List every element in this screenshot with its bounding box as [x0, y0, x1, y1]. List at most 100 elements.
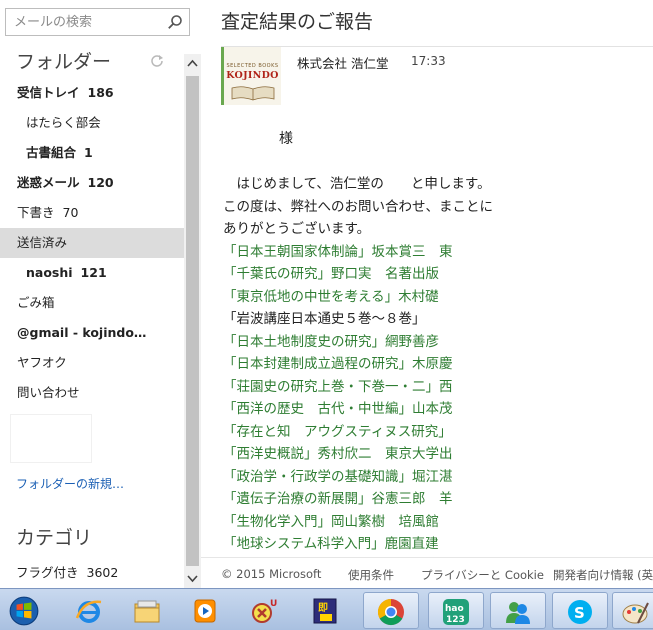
blank-panel [10, 414, 92, 463]
copyright-text: © 2015 Microsoft [221, 567, 322, 581]
folder-name: 下書き [17, 205, 55, 220]
folder-name: 問い合わせ [17, 385, 80, 400]
folder-item[interactable]: 問い合わせ [0, 378, 184, 408]
search-input[interactable] [6, 9, 156, 35]
book-title-line: 「日本封建制成立過程の研究」木原慶 [223, 356, 453, 372]
taskbar-messenger[interactable] [490, 592, 546, 629]
skype-icon: S [568, 600, 592, 624]
folder-item[interactable]: 古書組合 1 [0, 138, 184, 168]
folder-item-flagged[interactable]: フラグ付き 3602 [16, 562, 118, 581]
book-title-line: 「地球システム科学入門」鹿園直建 [223, 536, 439, 552]
folder-name: 迷惑メール [17, 175, 80, 190]
unread-count: 3602 [86, 565, 119, 580]
start-button[interactable] [0, 592, 56, 629]
svg-text:S: S [574, 604, 585, 622]
unread-count: 121 [80, 265, 107, 280]
chrome-icon [377, 598, 404, 626]
svg-text:123: 123 [446, 615, 465, 625]
folder-item[interactable]: 受信トレイ 186 [0, 78, 184, 108]
messenger-icon [506, 602, 530, 624]
terms-link[interactable]: 使用条件 [348, 567, 394, 583]
taskbar-chrome[interactable] [363, 592, 419, 629]
paint-icon [622, 602, 649, 624]
taskbar-explorer[interactable] [120, 592, 176, 629]
privacy-link[interactable]: プライバシーと Cookie [421, 567, 544, 583]
svg-text:hao: hao [445, 604, 464, 614]
taskbar-ie[interactable] [62, 592, 118, 629]
book-title-line: 「東京低地の中世を考える」木村礎 [223, 288, 439, 305]
message-subject: 査定結果のご報告 [221, 11, 374, 33]
folder-item[interactable]: 下書き 70 [0, 198, 184, 228]
folder-name: はたらく部会 [26, 115, 101, 130]
folder-name: ヤフオク [17, 355, 67, 370]
taskbar-game[interactable]: U [238, 592, 294, 629]
kojindo-app-label: 即 [318, 602, 328, 614]
body-line: ありがとうございます。 [223, 221, 371, 237]
developers-link[interactable]: 開発者向け情報 (英 [553, 567, 653, 583]
folder-item-label: naoshi 121 [26, 258, 107, 288]
folder-item[interactable]: @gmail - kojindo… [0, 318, 184, 348]
folder-item-label: 古書組合 1 [26, 138, 93, 168]
open-book-icon [231, 86, 275, 101]
sender-name[interactable]: 株式会社 浩仁堂 [297, 53, 388, 72]
folder-name: 受信トレイ [17, 85, 80, 100]
folder-item-label: フラグ付き [16, 565, 79, 580]
categories-header: カテゴリ [16, 527, 93, 549]
folder-item[interactable]: 送信済み [0, 228, 184, 258]
book-title-line: 「西洋の歴史 古代・中世編」山本茂 [223, 401, 453, 417]
book-title-line: 「日本王朝国家体制論」坂本賞三 東 [223, 243, 453, 260]
book-title-line: 「生物化学入門」岡山繁樹 培風館 [223, 513, 439, 530]
taskbar-media-player[interactable] [178, 592, 234, 629]
book-title-line: 「存在と知 アウグスティヌス研究」 [223, 423, 452, 440]
taskbar-skype[interactable]: S [552, 592, 608, 629]
sender-avatar[interactable]: SELECTED BOOKS KOJINDO [221, 47, 281, 105]
page-footer: © 2015 Microsoft 使用条件 プライバシーと Cookie 開発者… [201, 557, 653, 588]
taskbar-hao123[interactable]: hao 123 [428, 592, 484, 629]
taskbar-paint[interactable] [612, 592, 653, 629]
unread-count: 70 [62, 205, 79, 220]
taskbar-kojindo-app[interactable]: 即 [298, 592, 354, 629]
new-folder-link[interactable]: フォルダーの新規… [16, 475, 124, 492]
book-title-line: 「千葉氏の研究」野口実 名著出版 [223, 266, 439, 282]
scrollbar-thumb[interactable] [186, 76, 199, 566]
search-icon[interactable] [167, 14, 183, 30]
folder-name: 送信済み [17, 235, 68, 250]
salutation: 様 [279, 131, 293, 147]
folder-item-label: はたらく部会 [26, 108, 101, 138]
body-line: はじめまして、浩仁堂の と申します。 [223, 176, 491, 192]
scroll-down-arrow-icon[interactable] [184, 568, 201, 588]
folder-item[interactable]: ごみ箱 [0, 288, 184, 318]
sidebar-scrollbar[interactable] [184, 54, 201, 588]
sent-time: 17:33 [411, 54, 446, 68]
reading-pane: 査定結果のご報告 SELECTED BOOKS KOJINDO 株式会社 浩仁堂… [201, 0, 653, 588]
search-box [5, 8, 190, 36]
book-title-line: 「西洋史概説」秀村欣二 東京大学出 [223, 446, 453, 462]
folder-name: 古書組合 [26, 145, 77, 160]
folder-item[interactable]: ヤフオク [0, 348, 184, 378]
kojindo-app-icon: 即 [313, 598, 337, 624]
start-orb-icon [9, 596, 39, 626]
hao123-icon: hao 123 [443, 599, 469, 625]
folder-name: naoshi [26, 265, 73, 280]
folder-item[interactable]: はたらく部会 [0, 108, 184, 138]
scroll-up-arrow-icon[interactable] [184, 54, 201, 74]
folder-name: ごみ箱 [17, 295, 55, 310]
folder-item-label: ごみ箱 [17, 288, 55, 318]
svg-text:U: U [270, 599, 277, 609]
folder-list: 受信トレイ 186 はたらく部会古書組合 1 迷惑メール 120 下書き 70 送信済み naos… [0, 78, 184, 408]
book-title-line: 「日本土地制度史の研究」網野善彦 [223, 333, 439, 350]
folder-item[interactable]: 迷惑メール 120 [0, 168, 184, 198]
folder-item-label: ヤフオク [17, 348, 67, 378]
book-title-line: 「荘園史の研究上巻・下巻一・二」西 [223, 378, 453, 395]
book-title-line: 「岩波講座日本通史５巻～８巻」 [223, 311, 426, 327]
windows-taskbar: U 即 hao 123 S [0, 588, 653, 630]
media-player-icon [194, 599, 216, 623]
header-divider [221, 46, 653, 47]
refresh-icon[interactable] [150, 54, 164, 68]
folder-item[interactable]: naoshi 121 [0, 258, 184, 288]
folder-sidebar: フォルダー 受信トレイ 186 はたらく部会古書組合 1 迷惑メール 120 下書き 70 送信… [0, 0, 201, 588]
logo-tagline: SELECTED BOOKS [226, 63, 279, 69]
folder-name: @gmail - kojindo… [17, 325, 147, 340]
game-app-icon: U [252, 599, 277, 623]
file-explorer-icon [134, 600, 160, 623]
